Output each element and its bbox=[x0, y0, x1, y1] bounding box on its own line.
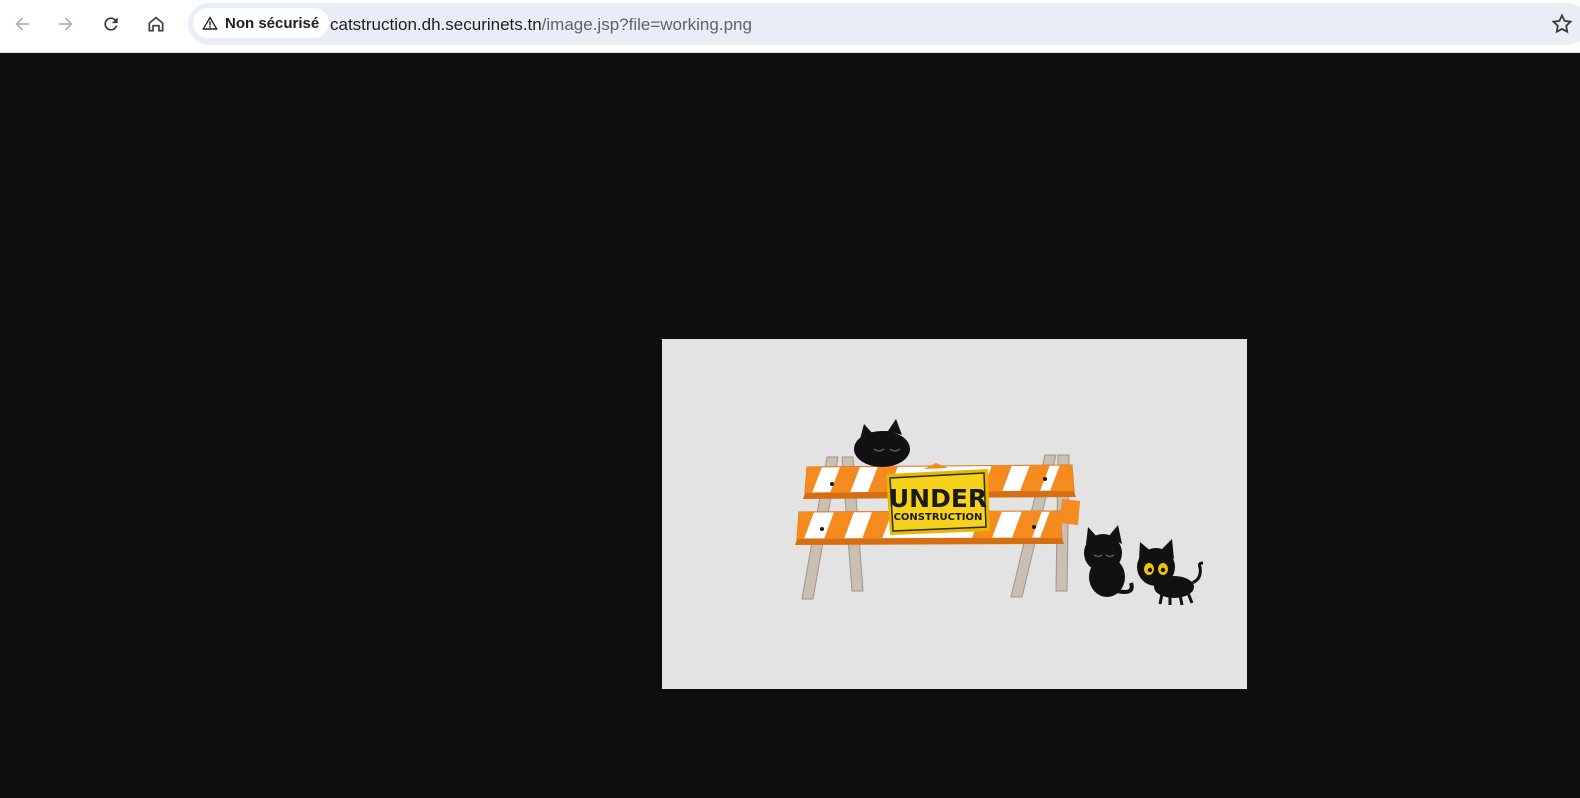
bookmark-button[interactable] bbox=[1550, 12, 1574, 36]
url-path: /image.jsp?file=working.png bbox=[541, 15, 752, 34]
address-bar[interactable]: Non sécurisé catstruction.dh.securinets.… bbox=[188, 3, 1580, 45]
sign-text-under: UNDER bbox=[889, 484, 987, 513]
arrow-left-icon bbox=[15, 17, 29, 31]
forward-button[interactable] bbox=[50, 8, 82, 40]
reload-button[interactable] bbox=[95, 8, 127, 40]
under-construction-sign: UNDER CONSTRUCTION bbox=[886, 463, 990, 535]
arrow-right-icon bbox=[59, 17, 73, 31]
under-construction-illustration: UNDER CONSTRUCTION bbox=[795, 419, 1204, 606]
security-indicator[interactable]: Non sécurisé bbox=[193, 8, 330, 38]
security-label: Non sécurisé bbox=[225, 14, 320, 32]
home-icon bbox=[148, 16, 164, 32]
back-button[interactable] bbox=[6, 8, 38, 40]
sign-text-construction: CONSTRUCTION bbox=[894, 512, 983, 523]
reload-icon bbox=[104, 17, 118, 31]
warning-triangle-icon bbox=[202, 16, 218, 30]
url-text[interactable]: catstruction.dh.securinets.tn/image.jsp?… bbox=[330, 15, 752, 35]
home-button[interactable] bbox=[140, 8, 172, 40]
url-host: catstruction.dh.securinets.tn bbox=[330, 15, 542, 34]
standing-kitten bbox=[1137, 539, 1204, 606]
sitting-cat bbox=[1084, 525, 1134, 597]
displayed-image[interactable]: UNDER CONSTRUCTION bbox=[662, 339, 1247, 689]
browser-toolbar: Non sécurisé catstruction.dh.securinets.… bbox=[0, 0, 1580, 53]
image-viewer: UNDER CONSTRUCTION bbox=[0, 53, 1580, 798]
star-icon bbox=[1551, 13, 1573, 34]
sleeping-cat bbox=[854, 419, 910, 467]
